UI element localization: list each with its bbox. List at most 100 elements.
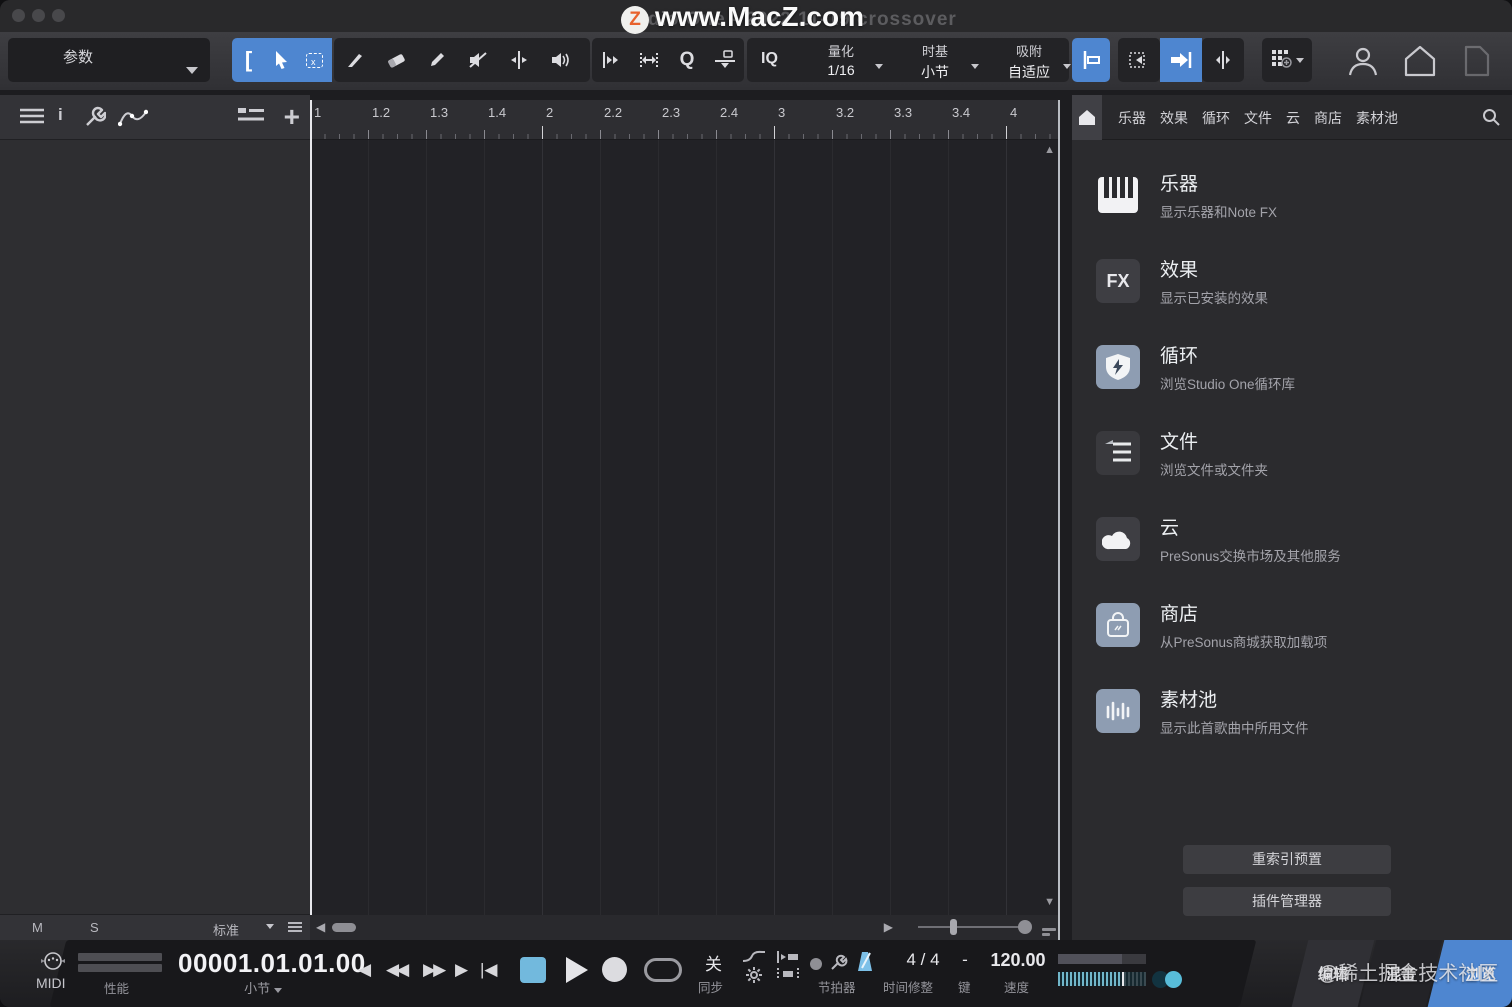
browser-item-shop[interactable]: 商店 从PreSonus商城获取加载项: [1096, 595, 1496, 665]
metronome-setup-wrench-icon[interactable]: [830, 953, 848, 976]
browser-item-files[interactable]: 文件 浏览文件或文件夹: [1096, 423, 1496, 493]
chevron-down-icon[interactable]: [971, 64, 979, 69]
record-button[interactable]: [602, 957, 627, 982]
prev-bar-button[interactable]: ◀: [358, 960, 371, 980]
zoom-preset-icons[interactable]: [1042, 926, 1056, 938]
home-page-icon[interactable]: [1402, 44, 1438, 83]
inspector-icon[interactable]: i: [58, 105, 63, 125]
tab-loops[interactable]: 循环: [1202, 108, 1230, 128]
midi-monitor-icon[interactable]: [40, 952, 66, 975]
bracket-tool-icon[interactable]: [: [232, 38, 265, 82]
bend-tool-icon[interactable]: [498, 38, 539, 82]
playhead-cursor[interactable]: [310, 100, 312, 915]
close-window-button[interactable]: [12, 9, 25, 22]
timebase-select[interactable]: 时基 小节: [899, 41, 971, 82]
zoom-window-button[interactable]: [52, 9, 65, 22]
scroll-left-arrow[interactable]: ◀: [316, 920, 325, 934]
performance-label[interactable]: 性能: [104, 978, 129, 997]
browser-item-loops[interactable]: 循环 浏览Studio One循环库: [1096, 337, 1496, 407]
scroll-up-arrow[interactable]: ▲: [1044, 144, 1055, 156]
time-signature-value[interactable]: 4 / 4: [888, 950, 958, 970]
loop-button[interactable]: [644, 958, 682, 982]
tab-cloud[interactable]: 云: [1286, 108, 1300, 128]
timestretch-icon[interactable]: [630, 38, 668, 82]
scroll-down-arrow[interactable]: ▼: [1044, 896, 1055, 908]
return-to-start-button[interactable]: |◀: [480, 960, 498, 980]
chevron-down-icon[interactable]: [875, 64, 883, 69]
next-bar-button[interactable]: ▶: [455, 960, 468, 980]
browser-item-effects[interactable]: FX 效果 显示已安装的效果: [1096, 251, 1496, 321]
split-knife-tool-icon[interactable]: [334, 38, 375, 82]
tab-instruments[interactable]: 乐器: [1118, 108, 1146, 128]
track-setup-wrench-icon[interactable]: [84, 106, 107, 133]
marker-precount-icons[interactable]: [776, 950, 800, 981]
mute-tool-icon[interactable]: [457, 38, 498, 82]
tab-shop[interactable]: 商店: [1314, 108, 1342, 128]
pencil-tool-icon[interactable]: [416, 38, 457, 82]
quantize-settings-group: IQ 量化 1/16 时基 小节 吸附 自适应: [747, 38, 1071, 82]
metronome-icon[interactable]: [854, 951, 876, 976]
chevron-down-icon[interactable]: [266, 924, 274, 929]
arrange-grid[interactable]: [310, 140, 1058, 915]
item-title: 效果: [1160, 260, 1199, 281]
tempo-track-settings-icons[interactable]: [742, 950, 766, 983]
quantize-select[interactable]: 量化 1/16: [805, 41, 877, 78]
tab-pool[interactable]: 素材池: [1356, 108, 1398, 128]
rewind-button[interactable]: ◀◀: [386, 960, 409, 980]
monitor-toggle[interactable]: [1152, 971, 1182, 988]
add-track-button[interactable]: +: [284, 101, 300, 133]
params-dropdown[interactable]: 参数: [8, 38, 210, 82]
iq-label[interactable]: IQ: [761, 50, 778, 68]
browser-home-tab[interactable]: [1072, 95, 1102, 140]
chevron-down-icon[interactable]: [1063, 64, 1071, 69]
user-account-icon[interactable]: [1346, 44, 1380, 83]
scroll-right-arrow[interactable]: ▶: [884, 920, 893, 934]
item-desc: 从PreSonus商城获取加载项: [1160, 635, 1328, 650]
mute-all-button[interactable]: M: [32, 920, 43, 935]
tempo-value[interactable]: 120.00: [985, 950, 1051, 971]
autoscroll-button[interactable]: [1072, 38, 1110, 82]
eraser-tool-icon[interactable]: [375, 38, 416, 82]
solo-all-button[interactable]: S: [90, 920, 99, 935]
snap-select[interactable]: 吸附 自适应: [989, 41, 1069, 82]
key-value[interactable]: -: [955, 950, 975, 970]
hscroll-thumb[interactable]: [332, 923, 356, 932]
horizontal-scrollbar[interactable]: ◀ ▶: [310, 915, 1058, 940]
plugin-manager-button[interactable]: 插件管理器: [1183, 887, 1391, 916]
tab-files[interactable]: 文件: [1244, 108, 1272, 128]
document-icon[interactable]: [1462, 44, 1492, 83]
browser-item-cloud[interactable]: 云 PreSonus交换市场及其他服务: [1096, 509, 1496, 579]
range-tool-icon[interactable]: x: [298, 38, 331, 82]
macro-grid-dropdown[interactable]: [1262, 38, 1312, 82]
zoom-slider[interactable]: [918, 919, 1032, 935]
metronome-dot-icon[interactable]: [810, 958, 822, 970]
footer-menu-icon[interactable]: [288, 921, 302, 936]
play-button[interactable]: [566, 957, 588, 983]
listen-tool-icon[interactable]: [539, 38, 580, 82]
browser-item-instruments[interactable]: 乐器 显示乐器和Note FX: [1096, 165, 1496, 235]
follow-cursor-button[interactable]: [1160, 38, 1202, 82]
browser-item-pool[interactable]: 素材池 显示此首歌曲中所用文件: [1096, 681, 1496, 751]
tab-effects[interactable]: 效果: [1160, 108, 1188, 128]
timestretch-left-icon[interactable]: [592, 38, 630, 82]
reindex-presets-button[interactable]: 重索引预置: [1183, 845, 1391, 874]
search-icon[interactable]: [1482, 108, 1500, 131]
split-view-button[interactable]: [1202, 38, 1244, 82]
track-menu-icon[interactable]: [20, 108, 44, 131]
quantize-q-icon[interactable]: Q: [668, 38, 706, 82]
timeline-ruler[interactable]: 1 1.2 1.3 1.4 2 2.2 2.3 2.4 3 3.2 3.3 3.…: [310, 100, 1058, 140]
track-edit-view-button[interactable]: [1118, 38, 1160, 82]
track-height-select[interactable]: 标准: [213, 920, 239, 939]
sync-state[interactable]: 关: [705, 950, 722, 975]
fast-forward-button[interactable]: ▶▶: [423, 960, 446, 980]
zoom-slider-knob[interactable]: [1018, 920, 1032, 934]
time-display[interactable]: 00001.01.01.00: [178, 948, 365, 979]
arrow-tool-icon[interactable]: [265, 38, 298, 82]
track-list-options-icon[interactable]: [238, 108, 264, 131]
stop-button[interactable]: [520, 957, 546, 983]
flatten-tool-icon[interactable]: [706, 38, 744, 82]
automation-curve-icon[interactable]: [117, 106, 149, 133]
time-unit-select[interactable]: 小节: [178, 978, 348, 997]
zoom-slider-handle[interactable]: [950, 919, 957, 935]
minimize-window-button[interactable]: [32, 9, 45, 22]
